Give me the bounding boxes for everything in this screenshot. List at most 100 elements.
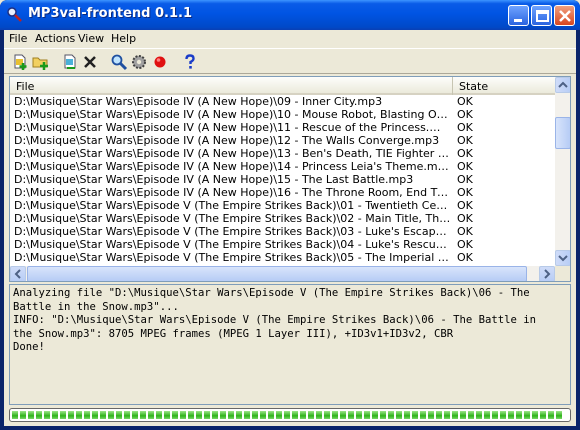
window-title: MP3val-frontend 0.1.1 — [28, 6, 192, 21]
cell-file: D:\Musique\Star Wars\Episode IV (A New H… — [14, 108, 451, 121]
horizontal-scroll-thumb[interactable] — [27, 266, 527, 281]
progress-block — [212, 411, 218, 419]
remove-file-icon[interactable] — [61, 53, 79, 71]
progress-block — [28, 411, 34, 419]
cell-file: D:\Musique\Star Wars\Episode V (The Empi… — [14, 212, 451, 225]
scan-icon[interactable] — [110, 53, 128, 71]
progress-block — [308, 411, 314, 419]
table-row[interactable]: D:\Musique\Star Wars\Episode IV (A New H… — [10, 134, 555, 147]
vertical-scroll-thumb[interactable] — [555, 117, 570, 149]
table-row[interactable]: D:\Musique\Star Wars\Episode IV (A New H… — [10, 160, 555, 173]
settings-icon[interactable] — [130, 53, 148, 71]
file-list[interactable]: File State D:\Musique\Star Wars\Episode … — [9, 76, 571, 282]
add-folder-icon[interactable] — [32, 53, 50, 71]
table-row[interactable]: D:\Musique\Star Wars\Episode IV (A New H… — [10, 173, 555, 186]
cell-state: OK — [457, 225, 473, 238]
progress-block — [44, 411, 50, 419]
cell-state: OK — [457, 95, 473, 108]
progress-block — [324, 411, 330, 419]
menu-help[interactable]: Help — [111, 32, 136, 45]
minimize-button[interactable] — [508, 5, 529, 26]
table-row[interactable]: D:\Musique\Star Wars\Episode V (The Empi… — [10, 199, 555, 212]
log-line: Done! — [13, 341, 45, 353]
column-state[interactable]: State — [453, 77, 555, 95]
table-row[interactable]: D:\Musique\Star Wars\Episode IV (A New H… — [10, 121, 555, 134]
progress-block — [204, 411, 210, 419]
vertical-scrollbar[interactable] — [555, 77, 570, 266]
title-bar[interactable]: MP3val-frontend 0.1.1 — [0, 0, 580, 30]
cell-file: D:\Musique\Star Wars\Episode V (The Empi… — [14, 199, 451, 212]
arrow-right-icon — [544, 269, 551, 279]
table-row[interactable]: D:\Musique\Star Wars\Episode IV (A New H… — [10, 186, 555, 199]
delete-icon[interactable] — [81, 53, 99, 71]
stop-icon[interactable] — [151, 53, 169, 71]
progress-block — [468, 411, 474, 419]
scroll-down-button[interactable] — [555, 250, 570, 266]
maximize-button[interactable] — [531, 5, 552, 26]
progress-block — [260, 411, 266, 419]
progress-block — [84, 411, 90, 419]
column-file[interactable]: File — [10, 77, 453, 95]
progress-block — [268, 411, 274, 419]
progress-block — [292, 411, 298, 419]
cell-file: D:\Musique\Star Wars\Episode V (The Empi… — [14, 225, 451, 238]
menu-help-label: Help — [111, 32, 137, 45]
help-icon[interactable] — [181, 53, 199, 71]
progress-block — [100, 411, 106, 419]
cell-state: OK — [457, 134, 473, 147]
progress-block — [276, 411, 282, 419]
table-row[interactable]: D:\Musique\Star Wars\Episode V (The Empi… — [10, 238, 555, 251]
cell-file: D:\Musique\Star Wars\Episode IV (A New H… — [14, 160, 451, 173]
progress-block — [236, 411, 242, 419]
table-row[interactable]: D:\Musique\Star Wars\Episode IV (A New H… — [10, 147, 555, 160]
progress-block — [380, 411, 386, 419]
progress-block — [540, 411, 546, 419]
table-row[interactable]: D:\Musique\Star Wars\Episode V (The Empi… — [10, 225, 555, 238]
scroll-corner — [555, 266, 570, 281]
cell-state: OK — [457, 160, 473, 173]
cell-file: D:\Musique\Star Wars\Episode IV (A New H… — [14, 147, 451, 160]
menu-view[interactable]: View — [78, 32, 104, 45]
add-file-icon[interactable] — [12, 53, 30, 71]
progress-block — [140, 411, 146, 419]
horizontal-scrollbar[interactable] — [10, 266, 555, 281]
progress-block — [476, 411, 482, 419]
progress-block — [436, 411, 442, 419]
cell-state: OK — [457, 212, 473, 225]
cell-state: OK — [457, 121, 473, 134]
progress-block — [316, 411, 322, 419]
progress-block — [332, 411, 338, 419]
progress-block — [196, 411, 202, 419]
scroll-left-button[interactable] — [10, 266, 26, 281]
progress-bar — [9, 408, 571, 422]
menu-actions[interactable]: Actions — [35, 32, 75, 45]
progress-block — [516, 411, 522, 419]
arrow-up-icon — [558, 81, 568, 88]
table-row[interactable]: D:\Musique\Star Wars\Episode IV (A New H… — [10, 95, 555, 108]
scroll-up-button[interactable] — [555, 77, 570, 93]
table-row[interactable]: D:\Musique\Star Wars\Episode IV (A New H… — [10, 108, 555, 121]
cell-state: OK — [457, 238, 473, 251]
table-row[interactable]: D:\Musique\Star Wars\Episode V (The Empi… — [10, 212, 555, 225]
scroll-right-button[interactable] — [539, 266, 555, 281]
close-button[interactable] — [554, 5, 575, 26]
menu-file[interactable]: File — [9, 32, 27, 45]
progress-block — [284, 411, 290, 419]
list-rows: D:\Musique\Star Wars\Episode IV (A New H… — [10, 95, 555, 266]
progress-block — [500, 411, 506, 419]
progress-block — [508, 411, 514, 419]
log-output[interactable]: Analyzing file "D:\Musique\Star Wars\Epi… — [9, 284, 571, 405]
progress-block — [164, 411, 170, 419]
progress-block — [180, 411, 186, 419]
cell-file: D:\Musique\Star Wars\Episode IV (A New H… — [14, 134, 440, 147]
progress-block — [124, 411, 130, 419]
progress-block — [412, 411, 418, 419]
cell-state: OK — [457, 199, 473, 212]
cell-file: D:\Musique\Star Wars\Episode IV (A New H… — [14, 121, 451, 134]
cell-state: OK — [457, 251, 473, 264]
progress-block — [12, 411, 18, 419]
cell-file: D:\Musique\Star Wars\Episode V (The Empi… — [14, 238, 451, 251]
menu-view-label: View — [78, 32, 105, 45]
progress-block — [60, 411, 66, 419]
table-row[interactable]: D:\Musique\Star Wars\Episode V (The Empi… — [10, 251, 555, 264]
